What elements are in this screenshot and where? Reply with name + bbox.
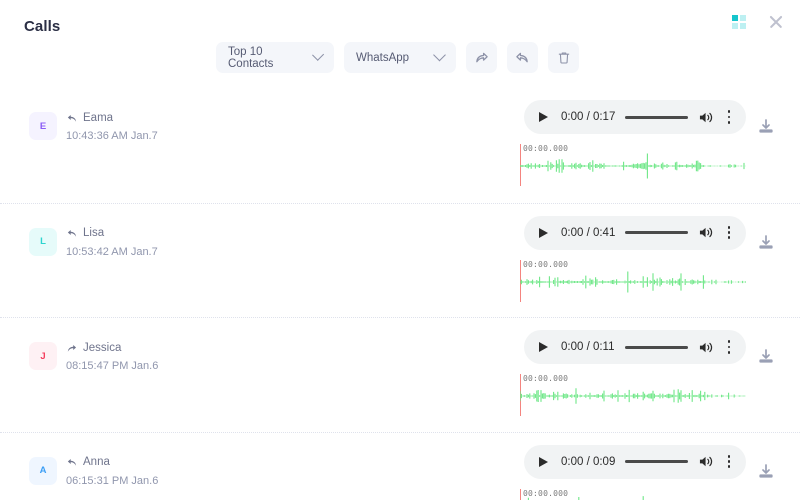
waveform[interactable]: 00:00.000 — [519, 144, 749, 186]
time-display: 0:00 / 0:09 — [561, 455, 616, 468]
call-name-line: Eama — [66, 110, 158, 125]
chevron-down-icon — [433, 48, 446, 62]
volume-button[interactable] — [698, 110, 715, 125]
audio-player: 0:00 / 0:11 — [524, 330, 746, 364]
volume-icon — [699, 227, 713, 238]
avatar: J — [29, 342, 57, 370]
download-icon — [759, 119, 773, 133]
call-timestamp: 10:53:42 AM Jan.7 — [66, 245, 158, 258]
call-row[interactable]: A Anna 06:15:31 PM Jan.6 0:00 / 0:09 00:… — [0, 431, 800, 500]
audio-player: 0:00 / 0:17 — [524, 100, 746, 134]
download-icon — [759, 349, 773, 363]
volume-icon — [699, 456, 713, 467]
call-name-line: Jessica — [66, 340, 158, 355]
call-meta: Eama 10:43:36 AM Jan.7 — [66, 110, 158, 143]
incoming-call-arrow-icon — [67, 230, 77, 237]
progress-bar[interactable] — [624, 345, 688, 349]
progress-bar[interactable] — [625, 231, 688, 234]
download-button[interactable] — [757, 118, 775, 136]
reply-arrow-icon — [516, 52, 528, 63]
call-timestamp: 08:15:47 PM Jan.6 — [66, 360, 159, 372]
progress-bar[interactable] — [625, 460, 688, 463]
waveform-graph — [520, 271, 746, 292]
volume-button[interactable] — [698, 340, 715, 355]
forward-arrow-icon — [476, 52, 488, 63]
call-meta: Jessica 08:15:47 PM Jan.6 — [66, 340, 159, 373]
progress-bar[interactable] — [625, 115, 688, 119]
avatar: A — [29, 456, 57, 485]
player-menu-button[interactable] — [722, 108, 736, 126]
page-header: Calls — [0, 0, 800, 48]
contact-name: Jessica — [83, 341, 122, 354]
call-row[interactable]: E Eama 10:43:36 AM Jan.7 0:00 / 0:17 00:… — [0, 88, 800, 203]
download-icon — [759, 463, 773, 478]
contact-name: Anna — [83, 456, 110, 468]
waveform[interactable]: 00:00.000 — [519, 488, 749, 500]
volume-icon — [699, 342, 713, 352]
waveform-graph — [520, 388, 746, 404]
source-filter-dropdown[interactable]: WhatsApp — [344, 42, 456, 73]
waveform-graph — [520, 153, 746, 179]
source-filter-label: WhatsApp — [356, 51, 410, 64]
avatar-initial: A — [39, 465, 47, 476]
call-row[interactable]: L Lisa 10:53:42 AM Jan.7 0:00 / 0:41 00:… — [0, 202, 800, 318]
volume-button[interactable] — [698, 454, 715, 469]
close-icon[interactable] — [768, 14, 784, 30]
download-button[interactable] — [757, 463, 775, 481]
chevron-down-icon — [311, 48, 324, 62]
download-icon — [759, 234, 773, 249]
filter-toolbar: Top 10 Contacts WhatsApp — [216, 42, 579, 73]
play-button[interactable] — [534, 453, 552, 471]
avatar: L — [29, 227, 57, 256]
play-button[interactable] — [534, 108, 552, 126]
delete-button[interactable] — [548, 42, 579, 73]
forward-button[interactable] — [466, 42, 497, 73]
volume-icon — [699, 112, 713, 122]
call-name-line: Anna — [66, 455, 158, 470]
calls-page: Calls Top 10 Contacts WhatsApp E Eama 10… — [0, 0, 800, 500]
grid-apps-icon[interactable] — [732, 15, 746, 29]
play-button[interactable] — [534, 338, 552, 356]
call-timestamp: 06:15:31 PM Jan.6 — [66, 474, 159, 487]
calls-list: E Eama 10:43:36 AM Jan.7 0:00 / 0:17 00:… — [0, 88, 800, 500]
contacts-filter-label: Top 10 Contacts — [228, 45, 274, 70]
download-button[interactable] — [757, 234, 775, 252]
audio-player: 0:00 / 0:41 — [524, 215, 746, 250]
call-row[interactable]: J Jessica 08:15:47 PM Jan.6 0:00 / 0:11 — [0, 317, 800, 432]
incoming-call-arrow-icon — [67, 114, 77, 122]
download-button[interactable] — [757, 348, 775, 366]
reply-button[interactable] — [507, 42, 538, 73]
contact-name: Eama — [83, 111, 114, 124]
volume-button[interactable] — [698, 225, 715, 240]
waveform[interactable]: 00:00.000 — [519, 259, 749, 302]
avatar-initial: J — [40, 350, 46, 362]
call-timestamp: 10:43:36 AM Jan.7 — [66, 130, 158, 142]
avatar-initial: L — [40, 236, 46, 247]
page-title: Calls — [24, 18, 61, 35]
call-meta: Lisa 10:53:42 AM Jan.7 — [66, 226, 158, 258]
avatar-initial: E — [39, 120, 47, 132]
header-actions — [732, 14, 784, 30]
call-name-line: Lisa — [66, 226, 158, 241]
trash-icon — [558, 51, 569, 64]
player-menu-button[interactable] — [722, 453, 736, 471]
contact-name: Lisa — [83, 227, 105, 239]
avatar: E — [29, 112, 57, 140]
play-button[interactable] — [534, 224, 552, 242]
player-menu-button[interactable] — [722, 338, 736, 356]
time-display: 0:00 / 0:17 — [561, 111, 616, 123]
waveform[interactable]: 00:00.000 — [519, 374, 749, 416]
waveform-graph — [527, 495, 644, 500]
outgoing-call-arrow-icon — [67, 344, 77, 352]
contacts-filter-dropdown[interactable]: Top 10 Contacts — [216, 42, 334, 73]
time-display: 0:00 / 0:11 — [561, 341, 615, 353]
audio-player: 0:00 / 0:09 — [524, 444, 746, 479]
call-meta: Anna 06:15:31 PM Jan.6 — [66, 455, 158, 487]
time-display: 0:00 / 0:41 — [561, 226, 616, 239]
player-menu-button[interactable] — [722, 224, 736, 242]
incoming-call-arrow-icon — [67, 459, 77, 466]
